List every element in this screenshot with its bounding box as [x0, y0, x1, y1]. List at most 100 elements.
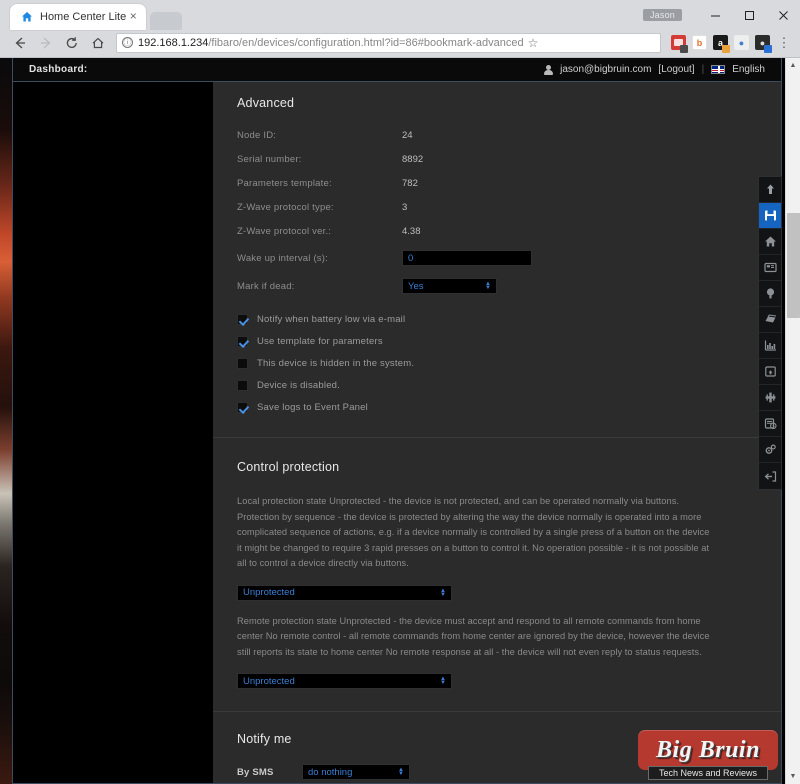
- page-scrollbar[interactable]: ▲ ▼: [785, 58, 800, 784]
- ext-account-icon[interactable]: ●: [734, 35, 749, 50]
- forward-button[interactable]: [34, 32, 58, 54]
- ext-amazon-icon[interactable]: a: [713, 35, 730, 53]
- linked-devices-icon[interactable]: [759, 385, 781, 411]
- bigbruin-tagline: Tech News and Reviews: [647, 766, 769, 780]
- bigbruin-plate: Big Bruin: [638, 730, 778, 770]
- parameters-template-label: Parameters template:: [237, 178, 332, 189]
- checkbox-icon[interactable]: [237, 380, 248, 391]
- section-title-advanced: Advanced: [237, 96, 295, 110]
- panels-chart-icon[interactable]: [759, 333, 781, 359]
- checkbox-save-logs[interactable]: Save logs to Event Panel: [237, 402, 757, 413]
- checkbox-use-template[interactable]: Use template for parameters: [237, 336, 757, 347]
- ext-lastpass-icon[interactable]: [671, 35, 688, 53]
- save-icon[interactable]: [759, 203, 781, 229]
- logout-icon[interactable]: [759, 463, 781, 489]
- checkbox-device-hidden[interactable]: This device is hidden in the system.: [237, 358, 757, 369]
- checkbox-label: Use template for parameters: [257, 336, 383, 347]
- table-row: Serial number: 8892: [237, 154, 757, 165]
- local-protection-value: Unprotected: [243, 587, 295, 598]
- settings-gears-icon[interactable]: [759, 437, 781, 463]
- zwave-protocol-type-label: Z-Wave protocol type:: [237, 202, 334, 213]
- scroll-up-icon[interactable]: [759, 177, 781, 203]
- maximize-button[interactable]: [732, 0, 766, 30]
- browser-window: Home Center Lite × Jason ⓘ 192.168.1.234…: [0, 0, 800, 784]
- serial-number-label: Serial number:: [237, 154, 302, 165]
- site-info-icon[interactable]: ⓘ: [122, 37, 133, 48]
- checkbox-notify-battery-low[interactable]: Notify when battery low via e-mail: [237, 314, 757, 325]
- dashboard-label: Dashboard:: [29, 64, 88, 75]
- ext-blogger-icon[interactable]: b: [692, 35, 707, 50]
- home-icon[interactable]: [759, 229, 781, 255]
- scrollbar-track[interactable]: [786, 73, 800, 769]
- configuration-content: Advanced Node ID: 24 Serial number: 8892…: [213, 82, 781, 783]
- control-protection-section: Control protection Local protection stat…: [213, 438, 781, 711]
- checkbox-device-disabled[interactable]: Device is disabled.: [237, 380, 757, 391]
- address-bar[interactable]: ⓘ 192.168.1.234/fibaro/en/devices/config…: [116, 32, 661, 53]
- scrollbar-down-arrow[interactable]: ▼: [786, 769, 800, 784]
- notify-by-sms-select[interactable]: do nothing ▲ ▼: [302, 764, 410, 780]
- home-button[interactable]: [86, 32, 110, 54]
- remote-protection-value: Unprotected: [243, 675, 295, 687]
- advanced-section: Advanced Node ID: 24 Serial number: 8892…: [213, 82, 781, 437]
- home-icon: [20, 11, 33, 24]
- new-tab-button[interactable]: [150, 12, 183, 30]
- node-id-label: Node ID:: [237, 130, 277, 141]
- topbar-user-area: jason@bigbruin.com [Logout] | English: [544, 64, 775, 75]
- lightbulb-icon[interactable]: [759, 281, 781, 307]
- scenes-icon[interactable]: [759, 307, 781, 333]
- zwave-protocol-ver-label: Z-Wave protocol ver.:: [237, 226, 332, 237]
- table-row: Z-Wave protocol ver.: 4.38: [237, 226, 757, 237]
- plugins-icon[interactable]: [759, 359, 781, 385]
- close-window-button[interactable]: [766, 0, 800, 30]
- wake-up-interval-label: Wake up interval (s):: [237, 252, 328, 264]
- wake-up-interval-input[interactable]: [402, 250, 532, 266]
- node-id-value: 24: [402, 130, 413, 141]
- action-rail: [758, 176, 782, 490]
- browser-tab[interactable]: Home Center Lite ×: [10, 4, 147, 30]
- bigbruin-watermark: Big Bruin Tech News and Reviews: [634, 726, 782, 784]
- mark-if-dead-select[interactable]: Yes ▲ ▼: [402, 278, 497, 294]
- parameters-template-value: 782: [402, 178, 418, 189]
- scrollbar-up-arrow[interactable]: ▲: [786, 58, 800, 73]
- language-label[interactable]: English: [732, 64, 765, 75]
- remote-protection-select[interactable]: Unprotected ▲ ▼: [237, 673, 452, 689]
- scrollbar-thumb[interactable]: [786, 213, 800, 318]
- checkbox-label: Notify when battery low via e-mail: [257, 314, 406, 325]
- notify-by-sms-label: By SMS: [237, 766, 274, 778]
- ext-avatar-icon[interactable]: ●: [755, 35, 772, 53]
- table-row: Z-Wave protocol type: 3: [237, 202, 757, 213]
- section-title-control-protection: Control protection: [237, 460, 340, 474]
- zwave-protocol-ver-value: 4.38: [402, 226, 421, 237]
- checkbox-icon[interactable]: [237, 314, 248, 325]
- remote-protection-description: Remote protection state Unprotected - th…: [237, 615, 710, 657]
- divider: |: [701, 64, 705, 75]
- reload-button[interactable]: [60, 32, 84, 54]
- local-protection-select[interactable]: Unprotected ▲ ▼: [237, 584, 452, 601]
- logout-link[interactable]: [Logout]: [658, 64, 694, 75]
- tab-title: Home Center Lite: [40, 11, 127, 23]
- home-center-app: Dashboard: jason@bigbruin.com [Logout] |…: [12, 58, 782, 784]
- checkbox-label: This device is hidden in the system.: [257, 358, 415, 369]
- browser-menu-icon[interactable]: ⋮: [776, 35, 792, 51]
- back-button[interactable]: [8, 32, 32, 54]
- checkbox-label: Save logs to Event Panel: [257, 402, 368, 413]
- checkbox-icon[interactable]: [237, 358, 248, 369]
- table-row: Parameters template: 782: [237, 178, 757, 189]
- bookmark-star-icon[interactable]: ☆: [528, 36, 539, 50]
- close-icon[interactable]: ×: [126, 10, 140, 24]
- user-email: jason@bigbruin.com: [560, 64, 652, 75]
- uk-flag-icon: [711, 65, 726, 74]
- extension-icons: b a ● ● ⋮: [667, 35, 792, 53]
- devices-icon[interactable]: [759, 255, 781, 281]
- url-path: /fibaro/en/devices/configuration.html?id…: [208, 36, 524, 49]
- checkbox-icon[interactable]: [237, 336, 248, 347]
- app-body: Advanced Node ID: 24 Serial number: 8892…: [13, 82, 781, 783]
- mark-if-dead-label: Mark if dead:: [237, 280, 295, 292]
- page-viewport: Dashboard: jason@bigbruin.com [Logout] |…: [0, 58, 800, 784]
- profile-name[interactable]: Jason: [642, 9, 682, 21]
- url-host: 192.168.1.234: [138, 36, 209, 49]
- checkbox-icon[interactable]: [237, 402, 248, 413]
- browser-titlebar: Home Center Lite × Jason: [0, 0, 800, 30]
- minimize-button[interactable]: [698, 0, 732, 30]
- schedule-icon[interactable]: [759, 411, 781, 437]
